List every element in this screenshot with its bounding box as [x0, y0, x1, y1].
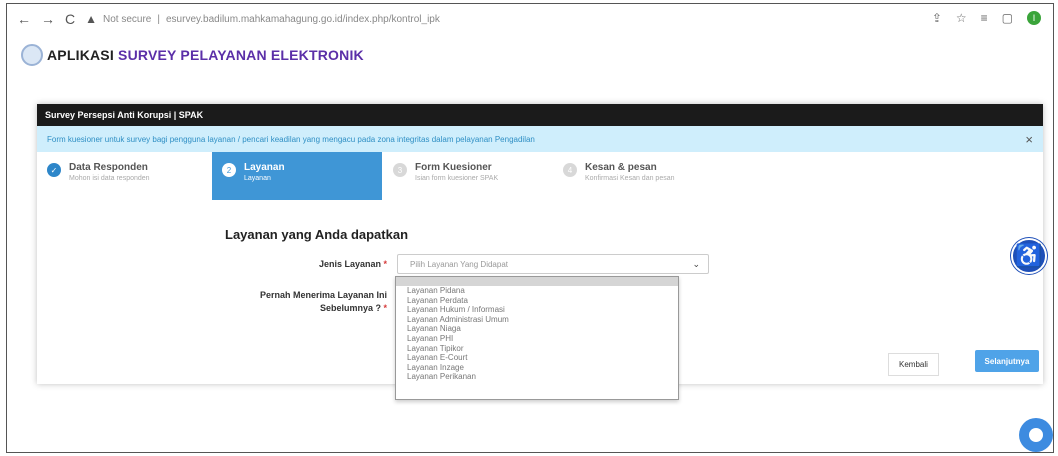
dropdown-option[interactable]: Layanan Hukum / Informasi	[396, 305, 678, 315]
back-button[interactable]: Kembali	[888, 353, 939, 376]
dropdown-highlight-option[interactable]	[396, 277, 678, 286]
extensions-icon[interactable]: ≡	[981, 11, 988, 25]
app-title: APLIKASI SURVEY PELAYANAN ELEKTRONIK	[47, 47, 364, 63]
dropdown-option[interactable]: Layanan Administrasi Umum	[396, 315, 678, 325]
dropdown-option[interactable]: Layanan PHI	[396, 334, 678, 344]
dropdown-option[interactable]: Layanan Perdata	[396, 296, 678, 306]
window-icon[interactable]: ▢	[1002, 11, 1013, 25]
step-layanan[interactable]: 2 Layanan Layanan	[212, 152, 382, 200]
dropdown-option[interactable]: Layanan Niaga	[396, 324, 678, 334]
dropdown-option[interactable]: Layanan Perikanan	[396, 372, 678, 382]
panel-title: Survey Persepsi Anti Korupsi | SPAK	[37, 104, 1043, 126]
dropdown-option[interactable]: Layanan Inzage	[396, 363, 678, 373]
dropdown-option[interactable]: Layanan Pidana	[396, 286, 678, 296]
alert-text: Form kuesioner untuk survey bagi penggun…	[47, 135, 535, 144]
app-header: APLIKASI SURVEY PELAYANAN ELEKTRONIK	[21, 44, 364, 66]
logo-icon	[21, 44, 43, 66]
forward-arrow-icon[interactable]: →	[41, 11, 55, 27]
dropdown-option[interactable]: Layanan Tipikor	[396, 344, 678, 354]
profile-avatar[interactable]: I	[1027, 11, 1041, 25]
pernah-layanan-label: Pernah Menerima Layanan Ini Sebelumnya ?…	[259, 290, 387, 313]
star-icon[interactable]: ☆	[956, 11, 967, 25]
step-form-kuesioner[interactable]: 3 Form Kuesioner Isian form kuesioner SP…	[393, 152, 558, 200]
browser-actions: ⇪ ☆ ≡ ▢ I	[932, 11, 1041, 25]
browser-toolbar: ← → C ▲ Not secure | esurvey.badilum.mah…	[7, 4, 1053, 34]
chevron-down-icon: ⌄	[692, 259, 700, 269]
back-arrow-icon[interactable]: ←	[17, 11, 31, 27]
step-data-responden[interactable]: ✓ Data Responden Mohon isi data responde…	[47, 152, 212, 200]
accessibility-icon[interactable]: ♿	[1011, 238, 1047, 274]
close-icon[interactable]: ×	[1025, 132, 1033, 147]
layanan-dropdown-list[interactable]: Layanan Pidana Layanan Perdata Layanan H…	[395, 276, 679, 400]
section-title: Layanan yang Anda dapatkan	[225, 227, 409, 242]
screen-frame: ← → C ▲ Not secure | esurvey.badilum.mah…	[6, 3, 1054, 453]
reload-icon[interactable]: C	[65, 11, 75, 27]
dropdown-option[interactable]: Layanan E-Court	[396, 353, 678, 363]
warning-icon: ▲	[85, 12, 98, 26]
check-icon: ✓	[47, 163, 61, 177]
step-kesan-pesan[interactable]: 4 Kesan & pesan Konfirmasi Kesan dan pes…	[563, 152, 728, 200]
next-button[interactable]: Selanjutnya	[975, 350, 1039, 372]
stepper: ✓ Data Responden Mohon isi data responde…	[37, 152, 1043, 200]
url-text: esurvey.badilum.mahkamahagung.go.id/inde…	[165, 13, 440, 25]
jenis-layanan-label: Jenis Layanan *	[318, 259, 387, 269]
security-label: Not secure	[103, 13, 152, 25]
address-bar[interactable]: ▲ Not secure | esurvey.badilum.mahkamaha…	[85, 12, 440, 26]
info-alert: Form kuesioner untuk survey bagi penggun…	[37, 126, 1043, 152]
share-icon[interactable]: ⇪	[932, 11, 942, 25]
jenis-layanan-select[interactable]: Pilih Layanan Yang Didapat ⌄	[397, 254, 709, 274]
chat-icon[interactable]	[1019, 418, 1053, 452]
